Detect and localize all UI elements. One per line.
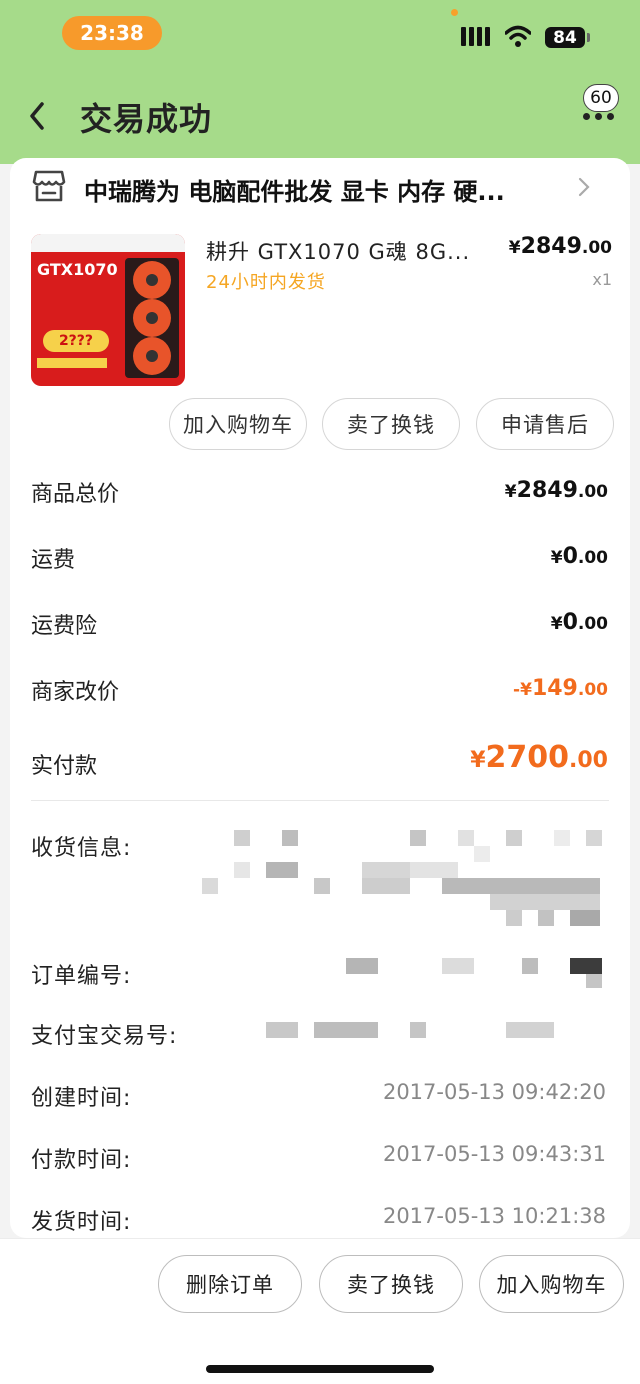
order-card: 中瑞腾为 电脑配件批发 显卡 内存 硬... GTX1070 2??? 耕升 G… [10,158,630,1238]
created-time-value: 2017-05-13 09:42:20 [382,1080,606,1104]
shop-icon [32,170,66,202]
summary-row-paid: 实付款 ¥2700.00 [10,740,630,796]
shipped-time-value: 2017-05-13 10:21:38 [382,1204,606,1228]
delete-order-button[interactable]: 删除订单 [158,1255,302,1313]
alipay-transaction-label: 支付宝交易号: [31,1024,178,1049]
bottom-action-bar: 删除订单 卖了换钱 加入购物车 [0,1238,640,1384]
redacted-order-number[interactable] [340,956,610,990]
summary-row-shipping-insurance: 运费险 ¥0.00 [10,608,630,658]
product-name[interactable]: 耕升 GTX1070 G魂 8G... [206,236,486,266]
paid-time-label: 付款时间: [31,1148,132,1173]
summary-label: 商品总价 [31,482,120,507]
header-bar: 23:38 84 交易成功 60 [0,0,640,164]
message-count-badge: 60 [583,84,619,112]
sell-for-cash-bottom-button[interactable]: 卖了换钱 [319,1255,463,1313]
summary-label: 商家改价 [31,680,120,705]
back-arrow-icon[interactable] [24,98,54,134]
order-number-label: 订单编号: [31,964,132,989]
summary-label: 实付款 [31,754,98,779]
home-indicator[interactable] [206,1365,434,1373]
summary-value: ¥0.00 [550,610,608,635]
paid-amount: ¥2700.00 [470,740,608,775]
privacy-indicator-dot [451,9,458,16]
address-label: 收货信息: [31,836,132,861]
page-title: 交易成功 [80,100,213,138]
summary-value: ¥2849.00 [504,478,608,503]
summary-row-total: 商品总价 ¥2849.00 [10,476,630,526]
summary-label: 运费险 [31,614,98,639]
product-image-price-bubble: 2??? [43,330,109,352]
product-quantity: x1 [592,270,612,289]
product-image-model-text: GTX1070 [37,260,118,279]
summary-row-price-adjustment: 商家改价 -¥149.00 [10,674,630,724]
add-to-cart-button[interactable]: 加入购物车 [169,398,307,450]
shipped-time-label: 发货时间: [31,1210,132,1235]
product-price: ¥2849.00 [508,234,612,259]
status-time: 23:38 [62,16,162,50]
created-time-label: 创建时间: [31,1086,132,1111]
after-sales-button[interactable]: 申请售后 [476,398,614,450]
paid-time-value: 2017-05-13 09:43:31 [382,1142,606,1166]
summary-value: ¥0.00 [550,544,608,569]
divider [31,800,609,801]
sell-for-cash-button[interactable]: 卖了换钱 [322,398,460,450]
add-to-cart-bottom-button[interactable]: 加入购物车 [479,1255,624,1313]
more-dots-icon[interactable] [583,113,614,120]
summary-label: 运费 [31,548,76,573]
chevron-right-icon [578,177,590,197]
summary-row-shipping: 运费 ¥0.00 [10,542,630,592]
signal-icon [461,27,490,46]
shipping-tag: 24小时内发货 [206,272,326,293]
battery-nub [587,33,590,42]
shop-name[interactable]: 中瑞腾为 电脑配件批发 显卡 内存 硬... [84,172,564,207]
redacted-address [200,828,602,928]
shop-row[interactable]: 中瑞腾为 电脑配件批发 显卡 内存 硬... [10,158,630,218]
product-image[interactable]: GTX1070 2??? [31,234,185,386]
redacted-alipay-number[interactable] [260,1020,610,1040]
summary-value: -¥149.00 [513,676,608,701]
graphics-card-fans-graphic [125,258,179,378]
battery-indicator: 84 [545,27,585,48]
wifi-icon [505,25,531,47]
